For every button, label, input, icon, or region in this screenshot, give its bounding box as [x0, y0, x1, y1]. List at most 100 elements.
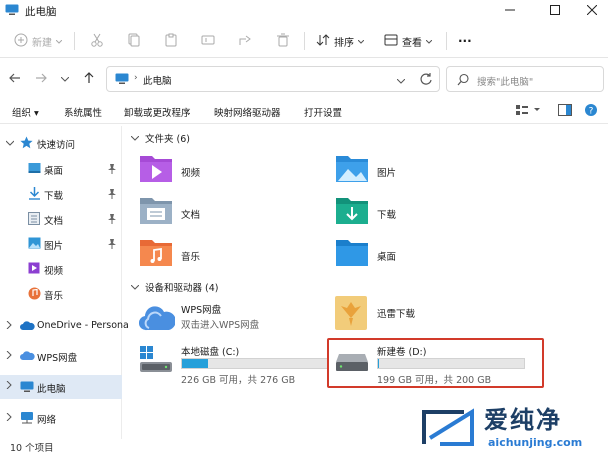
view-label: 查看: [402, 37, 422, 49]
device-xunlei[interactable]: 迅雷下载: [335, 296, 535, 340]
layout-options-icon[interactable]: [516, 104, 540, 119]
sidebar-item-downloads[interactable]: 下载: [0, 183, 122, 205]
pin-icon[interactable]: [108, 239, 116, 252]
chevron-right-icon[interactable]: [6, 320, 12, 332]
pin-icon[interactable]: [108, 164, 116, 177]
devices-group-header[interactable]: 设备和驱动器 (4): [130, 280, 219, 294]
folder-downloads[interactable]: 下载: [335, 194, 525, 232]
map-drive-button[interactable]: 映射网络驱动器: [214, 105, 281, 119]
pin-icon[interactable]: [108, 189, 116, 202]
chevron-right-icon[interactable]: [6, 380, 12, 392]
paste-button[interactable]: [164, 32, 178, 50]
sidebar-item-network[interactable]: 网络: [0, 407, 122, 429]
drive-space: 226 GB 可用，共 276 GB: [181, 375, 296, 386]
sidebar-item-documents[interactable]: 文档: [0, 208, 122, 230]
separator: [446, 32, 447, 50]
video-folder-icon: [139, 152, 173, 187]
search-icon: [457, 73, 470, 89]
chevron-down-icon: [357, 36, 365, 47]
sidebar-item-onedrive[interactable]: OneDrive - Persona: [0, 315, 129, 337]
svg-text:?: ?: [589, 107, 594, 117]
picture-icon: [28, 237, 41, 252]
maximize-button[interactable]: [535, 0, 575, 20]
rename-icon: [201, 33, 215, 50]
separator: [304, 32, 305, 50]
sidebar-item-wps[interactable]: WPS网盘: [0, 345, 122, 367]
chevron-right-icon[interactable]: [6, 350, 12, 362]
sidebar-item-label: 视频: [44, 266, 64, 277]
window-title: 此电脑: [25, 6, 57, 18]
computer-icon: [115, 73, 129, 88]
share-button[interactable]: [238, 32, 252, 50]
search-box[interactable]: 搜索"此电脑": [446, 66, 604, 92]
folder-desktop[interactable]: 桌面: [335, 236, 525, 274]
preview-pane-icon[interactable]: [558, 104, 572, 119]
drive-name: 迅雷下载: [377, 309, 416, 320]
forward-button[interactable]: [32, 70, 50, 88]
organize-menu[interactable]: 组织 ▾: [12, 105, 39, 119]
device-drive-c[interactable]: 本地磁盘 (C:) 226 GB 可用，共 276 GB: [139, 344, 339, 388]
ribbon-bar: 组织 ▾ 系统属性 卸载或更改程序 映射网络驱动器 打开设置 ?: [0, 98, 608, 124]
share-icon: [238, 33, 252, 50]
back-button[interactable]: [6, 70, 24, 88]
sidebar-item-label: WPS网盘: [37, 353, 78, 364]
folder-videos[interactable]: 视频: [139, 152, 329, 190]
view-button[interactable]: 查看: [384, 32, 433, 50]
pin-icon[interactable]: [108, 214, 116, 227]
drive-description: 双击进入WPS网盘: [181, 320, 260, 331]
video-icon: [28, 262, 40, 277]
new-button[interactable]: 新建: [14, 32, 63, 50]
up-button[interactable]: [80, 70, 98, 88]
sidebar-item-pictures[interactable]: 图片: [0, 233, 122, 255]
cut-button[interactable]: [90, 32, 104, 50]
sidebar-item-label: 图片: [44, 241, 64, 252]
folders-group-header[interactable]: 文件夹 (6): [130, 131, 190, 145]
folder-documents[interactable]: 文档: [139, 194, 329, 232]
group-title: 设备和驱动器 (4): [145, 283, 219, 294]
chevron-down-icon[interactable]: [396, 76, 406, 87]
title-bar: 此电脑: [0, 0, 608, 22]
address-bar[interactable]: › 此电脑: [106, 66, 440, 92]
sidebar-item-this-pc[interactable]: 此电脑: [0, 375, 122, 399]
help-icon[interactable]: ?: [584, 103, 598, 120]
scissors-icon: [90, 33, 104, 50]
copy-button[interactable]: [126, 32, 140, 50]
sidebar-item-music[interactable]: 音乐: [0, 283, 122, 305]
open-settings-button[interactable]: 打开设置: [304, 105, 342, 119]
refresh-icon[interactable]: [419, 72, 433, 89]
new-label: 新建: [32, 37, 52, 49]
close-button[interactable]: [572, 0, 608, 20]
more-button[interactable]: ···: [458, 32, 472, 50]
sidebar-item-desktop[interactable]: 桌面: [0, 158, 122, 180]
search-placeholder: 搜索"此电脑": [477, 77, 534, 88]
drive-name: WPS网盘: [181, 305, 222, 316]
folder-music[interactable]: 音乐: [139, 236, 329, 274]
arrow-right-icon: [35, 73, 47, 86]
recent-dropdown[interactable]: [56, 70, 74, 88]
delete-button[interactable]: [276, 32, 290, 50]
system-properties-button[interactable]: 系统属性: [64, 105, 102, 119]
folder-label: 下载: [377, 210, 397, 221]
sidebar-item-quick-access[interactable]: 快速访问: [0, 132, 122, 154]
uninstall-button[interactable]: 卸载或更改程序: [124, 105, 191, 119]
drive-usage-fill: [182, 359, 209, 368]
content-pane: 文件夹 (6) 视频 图片 文档 下载 音乐 桌面 设备和驱动器 (4) WPS…: [123, 126, 608, 439]
chevron-down-icon[interactable]: [5, 138, 15, 149]
sidebar-item-label: 此电脑: [37, 384, 66, 395]
device-wps-drive[interactable]: WPS网盘 双击进入WPS网盘: [138, 302, 339, 346]
sort-label: 排序: [334, 37, 354, 49]
folder-pictures[interactable]: 图片: [335, 152, 525, 190]
folder-label: 音乐: [181, 252, 201, 263]
chevron-right-icon[interactable]: [6, 412, 12, 424]
folder-label: 文档: [181, 210, 201, 221]
sort-icon: [316, 33, 330, 50]
sidebar-item-videos[interactable]: 视频: [0, 258, 122, 280]
sort-button[interactable]: 排序: [316, 32, 365, 50]
document-icon: [28, 212, 40, 228]
download-icon: [28, 187, 41, 203]
rename-button[interactable]: [201, 32, 215, 50]
group-title: 文件夹 (6): [145, 134, 190, 145]
separator: [74, 32, 75, 50]
arrow-left-icon: [9, 73, 21, 86]
minimize-button[interactable]: [490, 0, 530, 20]
